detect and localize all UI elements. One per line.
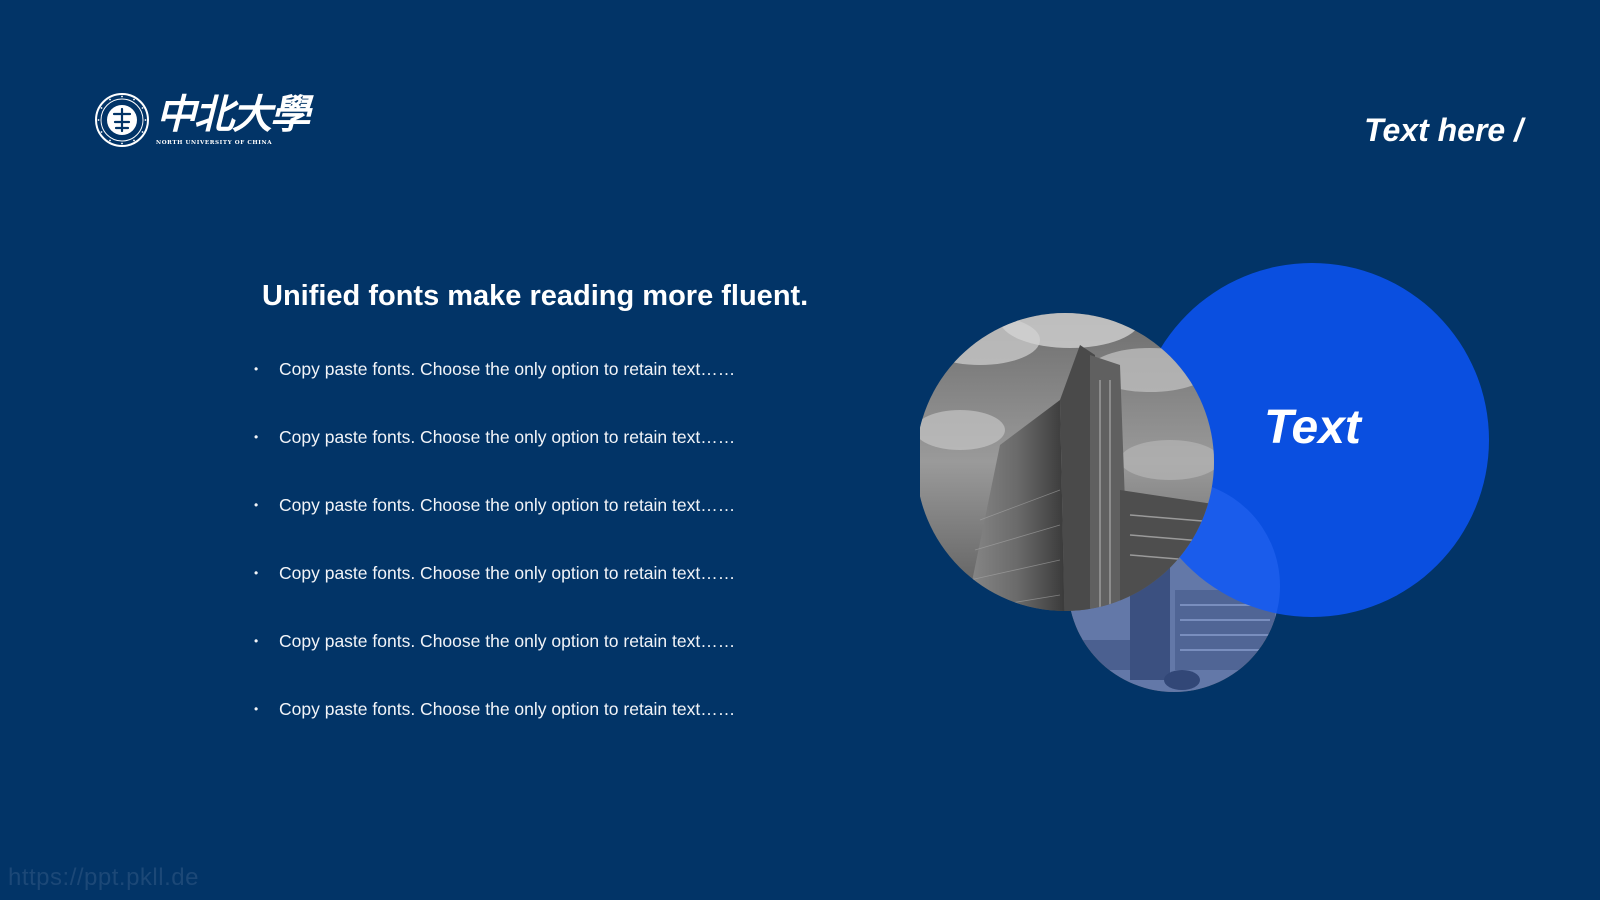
bullet-text: Copy paste fonts. Choose the only option…: [279, 495, 736, 515]
bullet-text: Copy paste fonts. Choose the only option…: [279, 427, 736, 447]
university-name-english: NORTH UNIVERSITY OF CHINA: [156, 140, 273, 146]
bullet-icon: •: [254, 566, 259, 580]
bullet-text: Copy paste fonts. Choose the only option…: [279, 631, 736, 651]
list-item: • Copy paste fonts. Choose the only opti…: [254, 358, 735, 426]
bullet-icon: •: [254, 702, 259, 716]
circle-composition: [916, 263, 1489, 692]
bullet-icon: •: [254, 634, 259, 648]
circle-label: Text: [1264, 401, 1361, 454]
list-item: • Copy paste fonts. Choose the only opti…: [254, 562, 735, 630]
list-item: • Copy paste fonts. Choose the only opti…: [254, 426, 735, 494]
university-seal-icon: [95, 93, 149, 147]
slide-title: Unified fonts make reading more fluent.: [262, 280, 809, 312]
slide: 中北大學 NORTH UNIVERSITY OF CHINA Text here…: [0, 0, 1600, 900]
list-item: • Copy paste fonts. Choose the only opti…: [254, 698, 735, 766]
header-label: Text here /: [1364, 112, 1523, 148]
watermark-url: https://ppt.pkll.de: [8, 864, 199, 891]
bullet-icon: •: [254, 362, 259, 376]
bullet-text: Copy paste fonts. Choose the only option…: [279, 563, 736, 583]
university-logo: 中北大學 NORTH UNIVERSITY OF CHINA: [94, 92, 310, 152]
list-item: • Copy paste fonts. Choose the only opti…: [254, 630, 735, 698]
bullet-icon: •: [254, 498, 259, 512]
list-item: • Copy paste fonts. Choose the only opti…: [254, 494, 735, 562]
bullet-icon: •: [254, 430, 259, 444]
bullet-list: • Copy paste fonts. Choose the only opti…: [254, 358, 735, 766]
circle-graphic: Text: [916, 260, 1490, 710]
university-name-chinese: 中北大學: [156, 91, 310, 138]
bullet-text: Copy paste fonts. Choose the only option…: [279, 699, 736, 719]
bullet-text: Copy paste fonts. Choose the only option…: [279, 359, 736, 379]
